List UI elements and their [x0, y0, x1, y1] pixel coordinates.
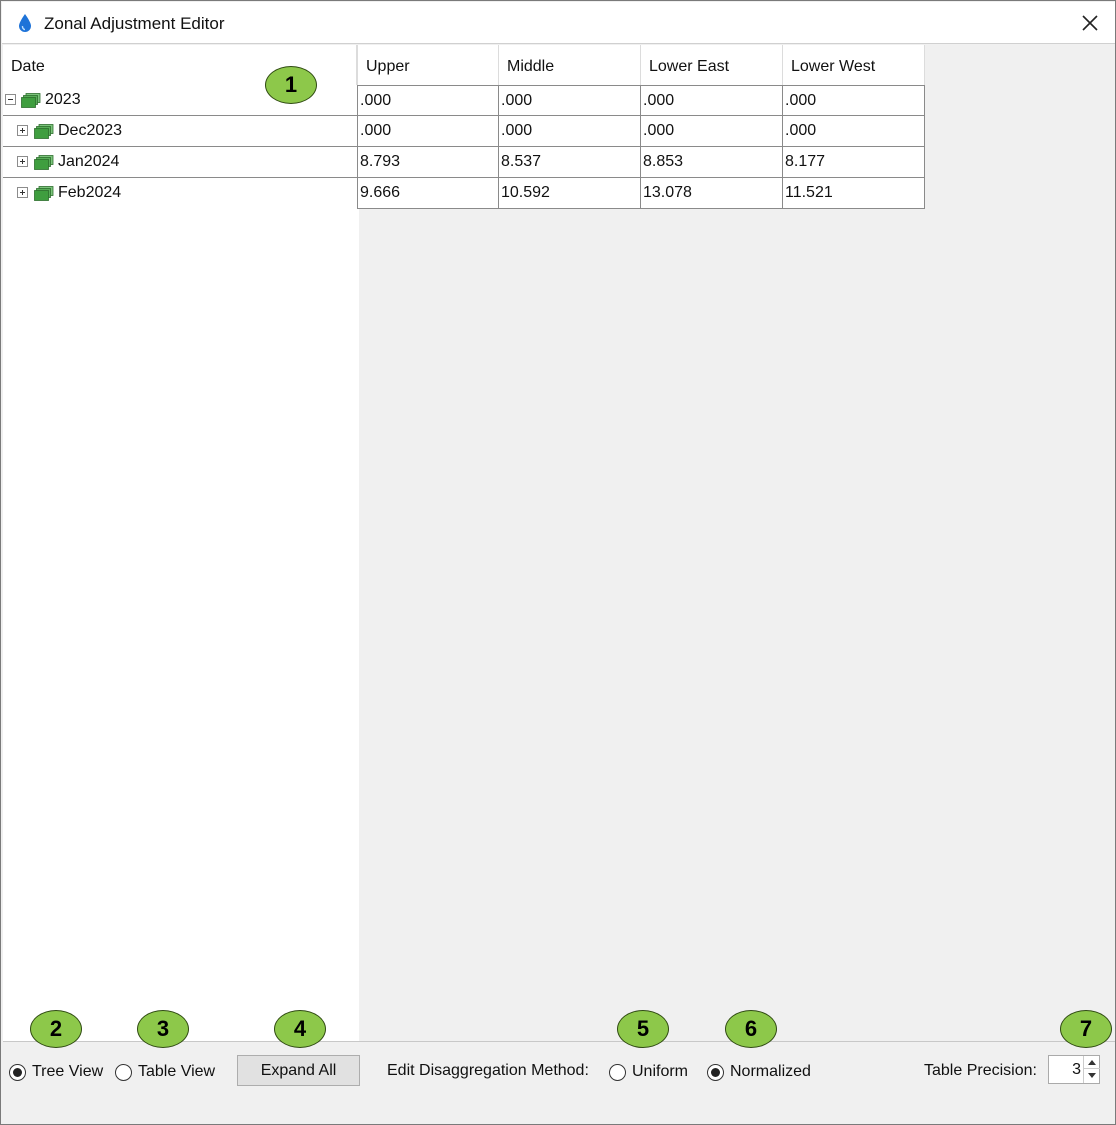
cell-lower-west[interactable]: .000 — [783, 116, 925, 147]
folder-stack-icon — [34, 124, 54, 139]
cell-lower-east[interactable]: 13.078 — [641, 178, 783, 209]
column-header-middle[interactable]: Middle — [499, 45, 641, 85]
tree-node-dec2023[interactable]: Dec2023 — [3, 116, 357, 147]
cell-upper[interactable]: 9.666 — [357, 178, 499, 209]
cell-middle[interactable]: 10.592 — [499, 178, 641, 209]
tree-view-radio[interactable]: Tree View — [9, 1062, 103, 1082]
tree-node-jan2024[interactable]: Jan2024 — [3, 147, 357, 178]
column-header-lower-east[interactable]: Lower East — [641, 45, 783, 85]
arrow-down-icon — [1088, 1073, 1096, 1078]
zonal-adjustment-editor-window: Zonal Adjustment Editor Date Upper Middl… — [0, 0, 1116, 1125]
normalized-radio[interactable]: Normalized — [707, 1062, 811, 1082]
folder-stack-icon — [21, 93, 41, 108]
collapse-icon[interactable] — [5, 94, 16, 105]
callout-4: 4 — [274, 1010, 326, 1048]
close-icon — [1082, 15, 1098, 31]
expand-icon[interactable] — [17, 125, 28, 136]
callout-3: 3 — [137, 1010, 189, 1048]
close-button[interactable] — [1073, 6, 1107, 40]
expand-all-button[interactable]: Expand All — [237, 1055, 360, 1086]
tree-node-feb2024[interactable]: Feb2024 — [3, 178, 357, 209]
radio-indicator-checked[interactable] — [707, 1063, 724, 1081]
table-precision-spinner[interactable]: 3 — [1048, 1055, 1100, 1084]
cell-upper[interactable]: .000 — [357, 116, 499, 147]
callout-2: 2 — [30, 1010, 82, 1048]
cell-lower-east[interactable]: .000 — [641, 116, 783, 147]
tree-node-label: 2023 — [45, 91, 81, 108]
callout-5: 5 — [617, 1010, 669, 1048]
expand-icon[interactable] — [17, 156, 28, 167]
spinner-buttons — [1083, 1056, 1100, 1083]
cell-lower-west[interactable]: 11.521 — [783, 178, 925, 209]
column-header-upper[interactable]: Upper — [357, 45, 499, 85]
bottom-toolbar: Tree View Table View Expand All Edit Dis… — [3, 1041, 1115, 1124]
spinner-up-button[interactable] — [1084, 1056, 1100, 1069]
water-drop-icon — [19, 14, 31, 32]
cell-lower-east[interactable]: .000 — [641, 85, 783, 116]
cell-lower-west[interactable]: 8.177 — [783, 147, 925, 178]
arrow-up-icon — [1088, 1060, 1096, 1065]
window-title: Zonal Adjustment Editor — [44, 14, 225, 33]
cell-upper[interactable]: 8.793 — [357, 147, 499, 178]
callout-1: 1 — [265, 66, 317, 104]
title-bar: Zonal Adjustment Editor — [2, 2, 1115, 44]
normalized-label: Normalized — [730, 1063, 811, 1080]
expand-icon[interactable] — [17, 187, 28, 198]
cell-middle[interactable]: .000 — [499, 116, 641, 147]
cell-lower-west[interactable]: .000 — [783, 85, 925, 116]
callout-7: 7 — [1060, 1010, 1112, 1048]
tree-node-label: Dec2023 — [58, 122, 123, 139]
tree-view-label: Tree View — [32, 1063, 104, 1080]
column-header-lower-west[interactable]: Lower West — [783, 45, 925, 85]
table-view-label: Table View — [138, 1063, 216, 1080]
tree-node-label: Jan2024 — [58, 153, 120, 170]
radio-indicator[interactable] — [115, 1063, 132, 1081]
cell-middle[interactable]: 8.537 — [499, 147, 641, 178]
cell-lower-east[interactable]: 8.853 — [641, 147, 783, 178]
cell-upper[interactable]: .000 — [357, 85, 499, 116]
folder-stack-icon — [34, 155, 54, 170]
uniform-radio[interactable]: Uniform — [609, 1062, 688, 1082]
tree-node-label: Feb2024 — [58, 184, 122, 201]
folder-stack-icon — [34, 186, 54, 201]
grid-area: Date Upper Middle Lower East Lower West … — [3, 45, 1115, 1041]
table-view-radio[interactable]: Table View — [115, 1062, 215, 1082]
uniform-label: Uniform — [632, 1063, 689, 1080]
cell-middle[interactable]: .000 — [499, 85, 641, 116]
precision-value[interactable]: 3 — [1072, 1061, 1081, 1079]
table-precision-label: Table Precision: — [924, 1062, 1037, 1079]
spinner-down-button[interactable] — [1084, 1069, 1100, 1082]
disaggregation-method-label: Edit Disaggregation Method: — [387, 1062, 589, 1079]
radio-indicator[interactable] — [609, 1063, 626, 1081]
callout-6: 6 — [725, 1010, 777, 1048]
radio-indicator-checked[interactable] — [9, 1063, 26, 1081]
